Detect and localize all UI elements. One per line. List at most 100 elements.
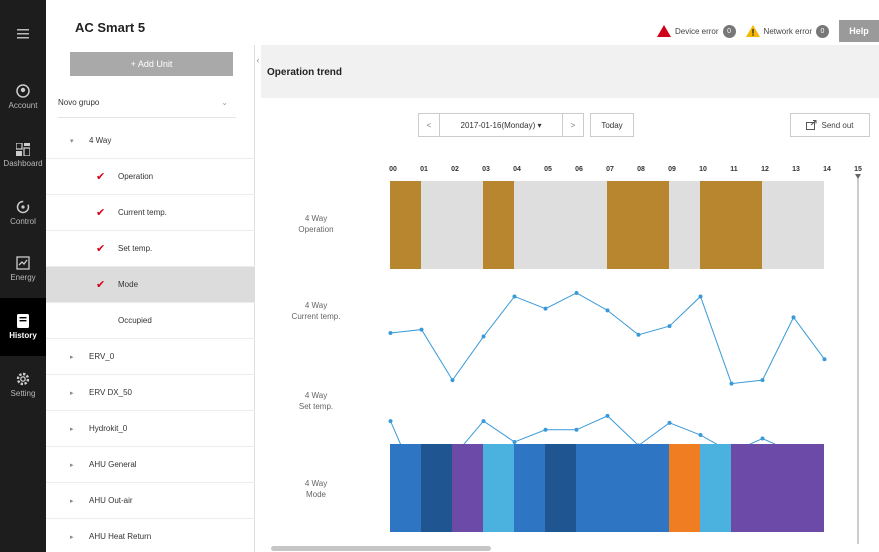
collapse-arrow-icon[interactable]: ▸	[70, 425, 74, 433]
current-temp-point	[636, 332, 641, 337]
current-temp-line	[390, 292, 825, 385]
nav-item-energy[interactable]: Energy	[0, 240, 46, 298]
hour-tick-label: 04	[513, 166, 521, 173]
operation-bar	[514, 181, 607, 269]
energy-icon	[16, 256, 30, 270]
set-temp-point	[760, 436, 765, 441]
set-temp-point	[698, 433, 703, 438]
mode-bar	[607, 444, 669, 532]
group-select-value: Novo grupo	[58, 98, 100, 107]
current-temp-point	[667, 324, 672, 329]
nav-label-control: Control	[10, 217, 36, 226]
add-unit-button[interactable]: + Add Unit	[70, 52, 233, 76]
tree-row-label: AHU Out-air	[89, 496, 133, 505]
operation-bar	[483, 181, 514, 269]
tree-row-label: AHU General	[89, 460, 137, 469]
tree-row[interactable]: ✔ Current temp.	[46, 195, 255, 231]
set-temp-point	[605, 413, 610, 418]
current-temp-point	[450, 378, 455, 383]
scrollbar-thumb[interactable]	[271, 546, 491, 551]
current-temp-point	[481, 334, 486, 339]
mode-bar	[731, 444, 762, 532]
side-nav: Account Dashboard Control Energy History…	[0, 0, 46, 552]
current-temp-point	[729, 381, 734, 386]
mode-bar	[669, 444, 700, 532]
app-window: Account Dashboard Control Energy History…	[0, 0, 879, 552]
hamburger-icon[interactable]	[0, 22, 46, 46]
hour-tick-label: 11	[730, 166, 738, 173]
checkmark-icon[interactable]: ✔	[96, 242, 105, 255]
unit-tree-panel: + Add Unit Novo grupo ⌄ ▾ 4 Way ✔ Operation…	[46, 45, 255, 552]
account-icon	[16, 84, 30, 98]
mode-bar	[390, 444, 421, 532]
hour-tick-label: 00	[389, 166, 397, 173]
tree-row[interactable]: ▸ ERV DX_50	[46, 375, 255, 411]
nav-item-setting[interactable]: Setting	[0, 356, 46, 414]
collapse-arrow-icon[interactable]: ▸	[70, 533, 74, 541]
current-temp-point	[419, 327, 424, 332]
tree-row[interactable]: ▸ AHU Out-air	[46, 483, 255, 519]
collapse-arrow-icon[interactable]: ▸	[70, 389, 74, 397]
hour-tick-label: 05	[544, 166, 552, 173]
hour-tick-label: 12	[761, 166, 769, 173]
current-temp-point	[388, 331, 393, 336]
warning-red-icon	[656, 25, 671, 37]
collapse-arrow-icon[interactable]: ▸	[70, 497, 74, 505]
operation-bar	[421, 181, 483, 269]
nav-item-dashboard[interactable]: Dashboard	[0, 126, 46, 184]
tree-row[interactable]: ▸ AHU General	[46, 447, 255, 483]
setting-icon	[16, 372, 30, 386]
network-error-count: 0	[816, 24, 829, 38]
tree-row-label: Current temp.	[118, 208, 167, 217]
tree-row[interactable]: ▸ ERV_0	[46, 339, 255, 375]
horizontal-scrollbar[interactable]	[261, 544, 879, 552]
current-temp-point	[791, 315, 796, 320]
device-error-count: 0	[722, 24, 736, 38]
hour-tick-label: 03	[482, 166, 490, 173]
current-temp-point	[698, 294, 703, 299]
tree-row-label: AHU Heat Return	[89, 532, 152, 541]
mode-bar	[421, 444, 452, 532]
nav-label-dashboard: Dashboard	[3, 158, 43, 168]
nav-label-setting: Setting	[10, 389, 36, 398]
tree-row[interactable]: ▸ Hydrokit_0	[46, 411, 255, 447]
trend-chart: 00 01 02 03 04 05 06 07 08 09 10 11 12 13 14 15	[388, 166, 862, 544]
hour-tick-label: 08	[637, 166, 645, 173]
nav-label-energy: Energy	[10, 273, 36, 282]
current-temp-point	[605, 308, 610, 313]
tree-row-label: ERV DX_50	[89, 388, 132, 397]
group-select[interactable]: Novo grupo ⌄	[58, 88, 236, 118]
set-temp-point	[388, 419, 393, 424]
checkmark-icon[interactable]: ✔	[96, 206, 105, 219]
main-content: Operation trend < 2017-01-16(Monday) ▾ >…	[261, 45, 879, 552]
tree-row[interactable]: ✔ Set temp.	[46, 231, 255, 267]
tree-row-label: Hydrokit_0	[89, 424, 128, 433]
app-title: AC Smart 5	[75, 20, 146, 35]
tree-row[interactable]: ✔ Operation	[46, 159, 255, 195]
checkmark-icon[interactable]: ✔	[96, 170, 105, 183]
tree-row[interactable]: Occupied	[46, 303, 255, 339]
device-error-indicator[interactable]: Device error 0	[656, 24, 736, 38]
tree-row-label: Set temp.	[118, 244, 153, 253]
checkmark-icon[interactable]: ✔	[96, 278, 105, 291]
collapse-arrow-icon[interactable]: ▸	[70, 461, 74, 469]
header-status: Device error 0 Network error 0 Help	[656, 20, 879, 42]
tree-row[interactable]: ▸ AHU Heat Return	[46, 519, 255, 552]
network-error-indicator[interactable]: Network error 0	[745, 24, 829, 38]
nav-label-account: Account	[8, 101, 38, 110]
nav-item-account[interactable]: Account	[0, 68, 46, 126]
hour-tick-label: 07	[606, 166, 614, 173]
tree-row[interactable]: ▾ 4 Way	[46, 123, 255, 159]
current-temp-point	[574, 290, 579, 295]
nav-item-control[interactable]: Control	[0, 184, 46, 242]
nav-item-history[interactable]: History	[0, 298, 46, 356]
tree-row[interactable]: ✔ Mode	[46, 267, 255, 303]
set-temp-point	[481, 419, 486, 424]
mode-bar	[576, 444, 607, 532]
hour-tick-label: 02	[451, 166, 459, 173]
expand-arrow-icon[interactable]: ▾	[70, 137, 74, 145]
current-temp-point	[543, 306, 548, 311]
tree-row-label: Operation	[118, 172, 154, 181]
collapse-arrow-icon[interactable]: ▸	[70, 353, 74, 361]
help-button[interactable]: Help	[839, 20, 879, 42]
